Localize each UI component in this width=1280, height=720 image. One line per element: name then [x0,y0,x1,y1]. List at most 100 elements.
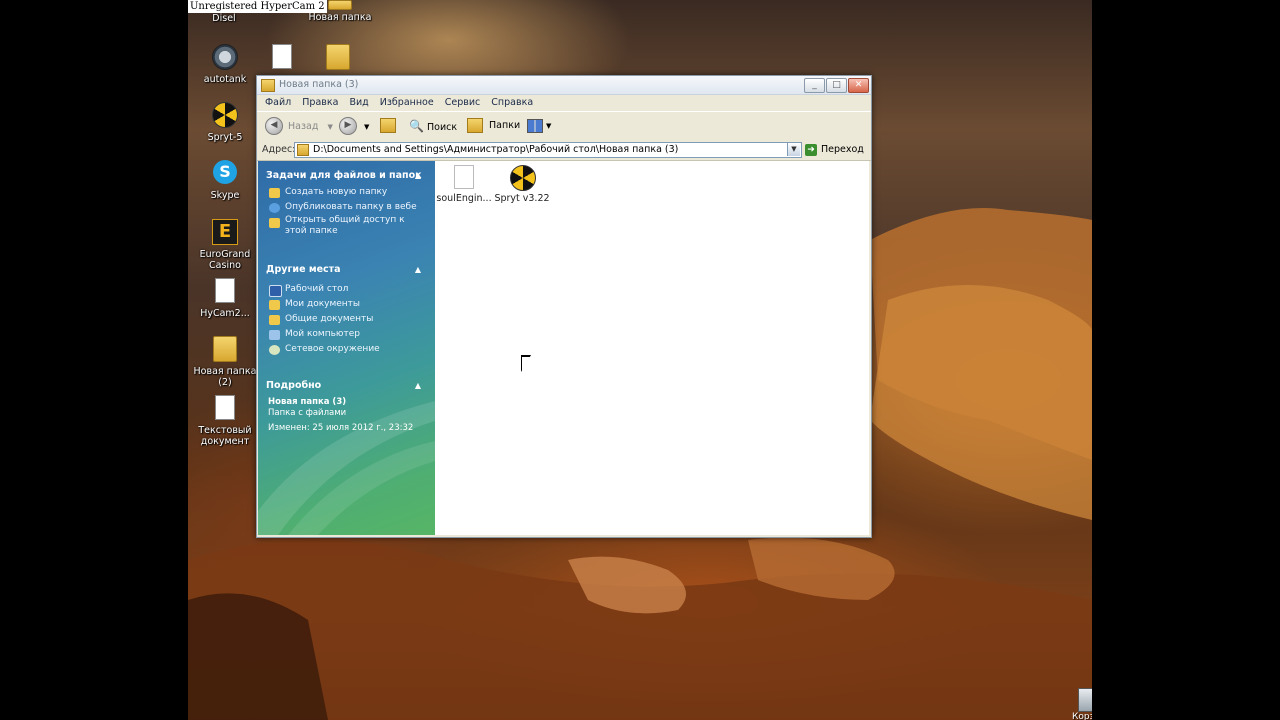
up-folder-button[interactable] [380,117,396,135]
window-title: Новая папка (3) [279,79,359,90]
chevron-down-icon: ▼ [546,122,552,130]
desktop-icon-skype[interactable]: S Skype [193,160,257,201]
menu-help[interactable]: Справка [491,95,533,110]
back-button[interactable]: ◀ Назад ▼ [265,117,333,135]
menu-tools[interactable]: Сервис [445,95,481,110]
tasks-section-header[interactable]: Задачи для файлов и папок ▲ [258,167,435,185]
desktop-icon-label: Текстовый документ [198,425,252,447]
shared-documents-icon [269,315,280,325]
desktop-icon-label: autotank [203,74,247,85]
share-folder-icon [269,218,280,228]
desktop[interactable]: Unregistered HyperCam 2 Disel Новая папк… [188,0,1092,720]
desktop-icon-label: EuroGrand Casino [199,249,251,271]
chevron-up-icon: ▲ [414,265,421,274]
search-button[interactable]: 🔍 Поиск [409,117,457,135]
file-item[interactable]: Spryt v3.22 [493,165,551,204]
task-publish-web[interactable]: Опубликовать папку в вебе [258,200,435,215]
address-input[interactable]: D:\Documents and Settings\Администратор\… [294,142,802,158]
desktop-icon-eurogrand-casino[interactable]: E EuroGrand Casino [193,219,257,271]
place-my-computer[interactable]: Мой компьютер [258,327,435,342]
place-label: Общие документы [285,314,374,324]
desktop-icon-label: Новая папка (2) [193,366,257,388]
desktop-icon-label: Spryt-5 [207,132,243,143]
chevron-down-icon: ▼ [364,122,370,131]
details-header-label: Подробно [266,380,322,391]
place-my-documents[interactable]: Мои документы [258,297,435,312]
tasks-section: Задачи для файлов и папок ▲ Создать нову… [258,167,435,239]
details-modified: Изменен: 25 июля 2012 г., 23:32 [268,423,414,433]
menu-edit[interactable]: Правка [302,95,338,110]
radiation-icon [510,165,536,191]
blank-file-icon [454,165,474,189]
task-new-folder[interactable]: Создать новую папку [258,185,435,200]
go-arrow-icon: ➜ [805,143,817,156]
chevron-up-icon: ▲ [414,381,421,390]
menu-view[interactable]: Вид [349,95,368,110]
recycle-bin-icon[interactable] [1078,688,1092,712]
desktop-icon-label: Skype [210,190,240,201]
casino-icon: E [211,219,239,247]
search-icon: 🔍 [409,119,424,133]
minimize-button[interactable]: _ [804,78,825,93]
address-dropdown-button[interactable]: ▼ [787,143,800,156]
explorer-window[interactable]: Новая папка (3) _ □ ✕ Файл Правка Вид Из… [256,75,872,538]
back-label: Назад [288,120,319,132]
maximize-button[interactable]: □ [826,78,847,93]
desktop-icon-new-folder-2[interactable]: Новая папка (2) [193,336,257,388]
network-icon [269,345,280,355]
toolbar: ◀ Назад ▼ ▶ ▼ 🔍 Поиск Папки ▼ [257,111,871,141]
desktop-icon-label: Новая папка [308,12,372,23]
folders-button[interactable]: Папки [467,117,520,135]
place-label: Мои документы [285,299,361,309]
menu-file[interactable]: Файл [265,95,291,110]
place-network[interactable]: Сетевое окружение [258,342,435,357]
task-pane: Задачи для файлов и папок ▲ Создать нову… [258,161,435,535]
address-bar: Адрес: D:\Documents and Settings\Админис… [257,140,871,161]
desktop-icon-folder[interactable] [306,44,370,74]
folder-icon [261,79,275,92]
places-header-label: Другие места [266,264,341,275]
forward-button[interactable]: ▶ ▼ [339,117,369,135]
autotank-icon [211,44,239,72]
desktop-icon-text-document[interactable]: Текстовый документ [193,395,257,447]
up-folder-icon [380,118,396,133]
desktop-icon [269,285,282,297]
menu-bar: Файл Правка Вид Избранное Сервис Справка [257,95,871,110]
file-list[interactable]: soulEngin... Spryt v3.22 [435,161,869,535]
text-document-icon [211,395,239,423]
recycle-bin-label: Корз... [1072,712,1092,720]
my-computer-icon [269,330,280,340]
desktop-icon-document[interactable] [250,44,314,74]
place-shared-documents[interactable]: Общие документы [258,312,435,327]
desktop-icon-hycam2[interactable]: HyCam2... [193,278,257,319]
forward-arrow-icon: ▶ [339,117,357,135]
close-button[interactable]: ✕ [848,78,869,93]
place-label: Рабочий стол [285,284,349,294]
desktop-icon-spryt5[interactable]: Spryt-5 [193,102,257,143]
folder-icon [326,0,354,12]
desktop-icon-disel[interactable]: Disel [192,13,256,24]
file-item[interactable]: soulEngin... [435,165,493,204]
other-places-header[interactable]: Другие места ▲ [258,261,435,279]
document-icon [268,44,296,72]
task-label: Создать новую папку [285,187,388,197]
go-button[interactable]: ➜ Переход [805,143,864,157]
mouse-cursor [522,357,530,371]
folders-label: Папки [489,120,521,131]
details-section-header[interactable]: Подробно ▲ [258,377,435,395]
details-section: Подробно ▲ Новая папка (3) Папка с файла… [258,377,435,434]
publish-web-icon [269,203,280,213]
views-button[interactable]: ▼ [527,117,551,135]
details-type: Папка с файлами [268,408,347,418]
document-icon [211,278,239,306]
file-name: Spryt v3.22 [494,193,550,204]
menu-favorites[interactable]: Избранное [380,95,434,110]
title-bar[interactable]: Новая папка (3) _ □ ✕ [257,76,871,95]
folders-icon [467,118,483,133]
place-desktop[interactable]: Рабочий стол [258,282,435,297]
desktop-icon-autotank[interactable]: autotank [193,44,257,85]
folder-icon [297,143,309,156]
back-arrow-icon: ◀ [265,117,283,135]
task-share-folder[interactable]: Открыть общий доступ к этой папке [258,215,435,239]
folder-icon [211,336,239,364]
